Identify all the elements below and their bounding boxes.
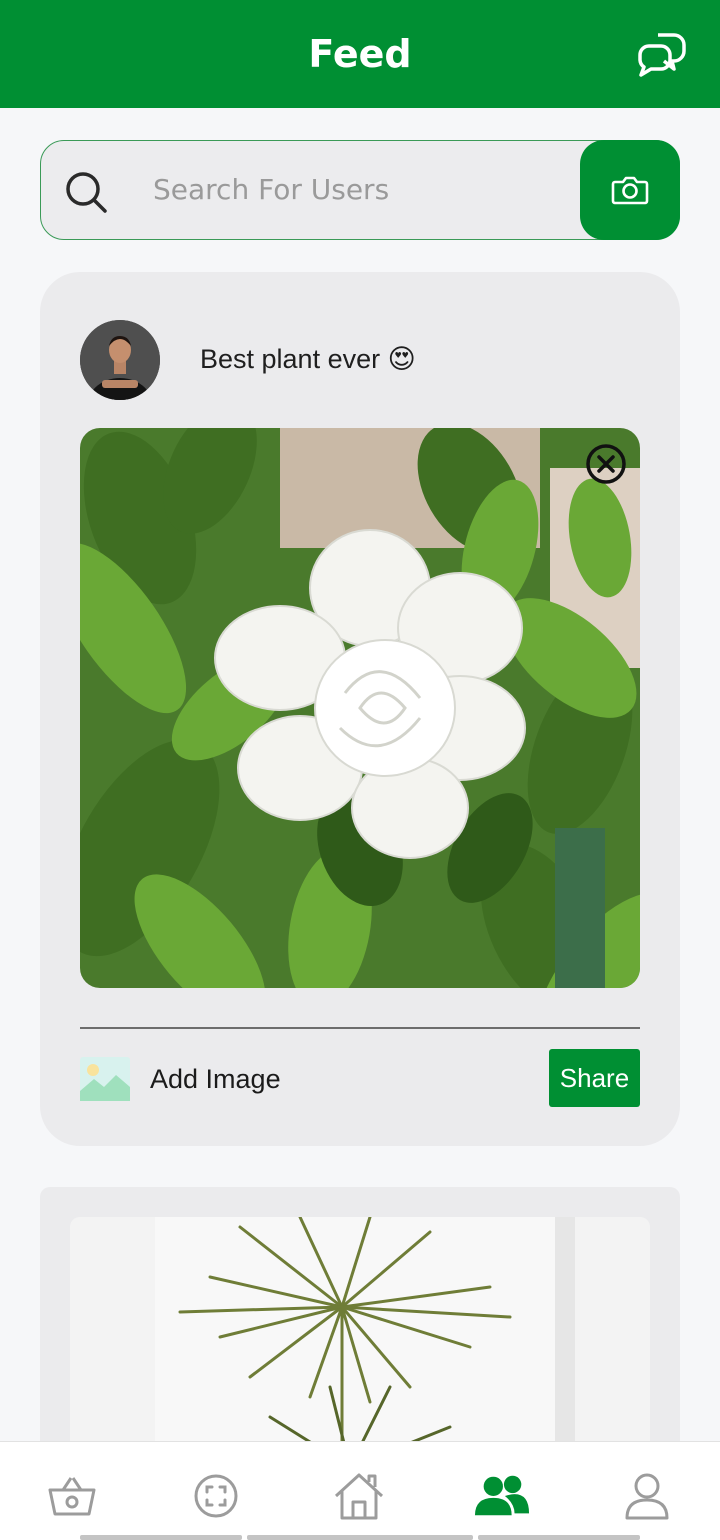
close-circle-icon [586, 444, 626, 484]
nav-shop[interactable] [44, 1468, 100, 1524]
post-text[interactable]: Best plant ever 😍 [200, 344, 416, 375]
app-header: Feed [0, 0, 720, 108]
attached-photo [80, 428, 640, 988]
community-icon [474, 1475, 530, 1516]
user-avatar[interactable] [80, 320, 160, 400]
divider [80, 1027, 640, 1029]
scan-icon [194, 1474, 238, 1518]
nav-scan[interactable] [188, 1468, 244, 1524]
share-button[interactable]: Share [549, 1049, 640, 1107]
remove-photo-button[interactable] [584, 442, 628, 486]
add-image-label: Add Image [150, 1063, 281, 1094]
chat-bubbles-icon [638, 33, 686, 77]
user-search-bar [40, 140, 680, 240]
post-composer-card: Best plant ever 😍 Add Image Share [40, 272, 680, 1146]
image-icon [80, 1057, 130, 1101]
camera-icon [611, 176, 649, 205]
nav-indicator [80, 1535, 242, 1540]
nav-profile[interactable] [619, 1468, 675, 1524]
camera-search-button[interactable] [580, 140, 680, 240]
nav-indicator [478, 1535, 640, 1540]
home-icon [334, 1473, 384, 1520]
search-icon [66, 172, 107, 213]
nav-community[interactable] [474, 1468, 530, 1524]
page-title: Feed [308, 32, 412, 76]
search-input[interactable] [153, 163, 573, 215]
bottom-navigation [0, 1441, 720, 1540]
profile-icon [625, 1473, 669, 1520]
basket-icon [48, 1477, 96, 1516]
chat-button[interactable] [632, 24, 692, 84]
nav-indicator [247, 1535, 473, 1540]
nav-home[interactable] [331, 1468, 387, 1524]
add-image-button[interactable]: Add Image [80, 1054, 281, 1104]
